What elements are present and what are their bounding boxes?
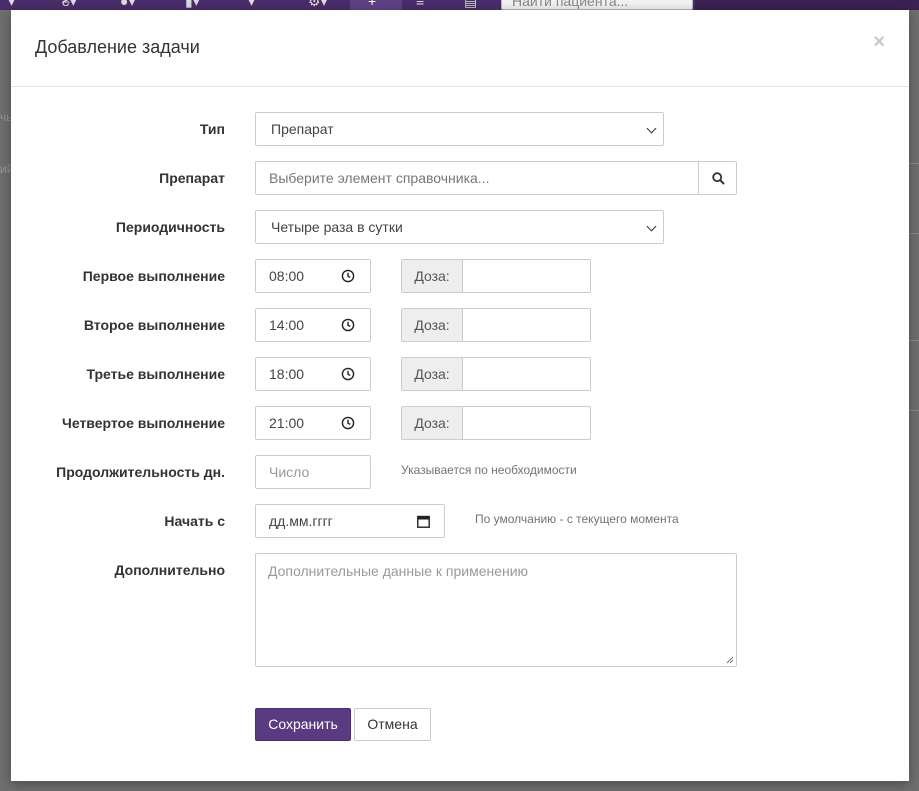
add-task-modal: Добавление задачи × Тип Препарат Препара… [11, 10, 909, 781]
dose-addon-label: Доза: [401, 259, 463, 293]
dose-row: Первое выполнение 08:00 Доза: [11, 259, 909, 293]
type-row: Тип Препарат [11, 112, 909, 146]
dose-time-label: Четвертое выполнение [62, 415, 225, 431]
time-value: 08:00 [269, 268, 305, 284]
dose-row: Третье выполнение 18:00 Доза: [11, 357, 909, 391]
calendar-icon[interactable] [417, 515, 430, 528]
drug-lookup-input[interactable]: Выберите элемент справочника... [255, 161, 699, 195]
type-select[interactable]: Препарат [255, 112, 664, 146]
dose-addon-label: Доза: [401, 308, 463, 342]
clock-icon[interactable] [341, 367, 355, 381]
dose-time-label: Третье выполнение [86, 366, 225, 382]
clock-icon[interactable] [341, 269, 355, 283]
extra-label: Дополнительно [114, 562, 225, 578]
patient-search-input[interactable]: Найти пациента... [501, 0, 693, 10]
drug-label: Препарат [159, 170, 225, 186]
start-date-input[interactable]: дд.мм.гггг [255, 504, 445, 538]
drug-search-button[interactable] [698, 161, 737, 195]
modal-header: Добавление задачи × [11, 10, 909, 87]
cancel-button[interactable]: Отмена [354, 708, 431, 741]
type-label: Тип [199, 121, 225, 137]
extra-textarea[interactable]: Дополнительные данные к применению [255, 553, 737, 667]
resize-grip-icon[interactable] [726, 656, 734, 664]
dose-time-label: Первое выполнение [82, 268, 225, 284]
duration-help-text: Указывается по необходимости [401, 463, 577, 477]
dose-addon-label: Доза: [401, 406, 463, 440]
modal-title: Добавление задачи [35, 37, 200, 57]
frequency-row: Периодичность Четыре раза в сутки [11, 210, 909, 244]
dose-row: Второе выполнение 14:00 Доза: [11, 308, 909, 342]
list-icon[interactable]: ≡ [416, 0, 424, 8]
frequency-label: Периодичность [115, 219, 225, 235]
dose-input[interactable] [462, 308, 591, 342]
duration-input[interactable]: Число [255, 455, 371, 489]
chevron-down-icon [646, 221, 657, 232]
frequency-select-value: Четыре раза в сутки [271, 219, 403, 235]
textarea-placeholder: Дополнительные данные к применению [268, 563, 529, 579]
date-placeholder: дд.мм.гггг [269, 513, 333, 529]
duration-label: Продолжительность дн. [56, 464, 225, 480]
dose-row: Четвертое выполнение 21:00 Доза: [11, 406, 909, 440]
frequency-select[interactable]: Четыре раза в сутки [255, 210, 664, 244]
navbar-right [695, 0, 919, 10]
dose-input[interactable] [462, 259, 591, 293]
dose-time-label: Второе выполнение [83, 317, 225, 333]
time-value: 18:00 [269, 366, 305, 382]
cart-icon[interactable]: ▾ [248, 0, 255, 8]
dose-time-input[interactable]: 21:00 [255, 406, 371, 440]
time-value: 14:00 [269, 317, 305, 333]
menu-icon[interactable]: ▾ [8, 0, 15, 8]
user-icon[interactable]: ●▾ [120, 0, 135, 8]
clock-icon[interactable] [341, 416, 355, 430]
extra-row: Дополнительно Дополнительные данные к пр… [11, 553, 909, 667]
chevron-down-icon [646, 123, 657, 134]
stats-icon[interactable]: ▮▾ [185, 0, 200, 8]
dose-time-input[interactable]: 14:00 [255, 308, 371, 342]
close-icon[interactable]: × [873, 32, 885, 52]
start-date-help-text: По умолчанию - с текущего момента [475, 512, 679, 526]
dose-input[interactable] [462, 406, 591, 440]
start-date-row: Начать с дд.мм.гггг По умолчанию - с тек… [11, 504, 909, 538]
start-date-label: Начать с [164, 513, 225, 529]
plus-icon[interactable]: + [368, 0, 376, 8]
gear-icon[interactable]: ⚙▾ [308, 0, 328, 8]
dose-time-input[interactable]: 08:00 [255, 259, 371, 293]
duration-row: Продолжительность дн. Число Указывается … [11, 455, 909, 489]
dose-addon-label: Доза: [401, 357, 463, 391]
clock-icon[interactable] [341, 318, 355, 332]
save-button[interactable]: Сохранить [255, 708, 351, 741]
time-value: 21:00 [269, 415, 305, 431]
dose-input[interactable] [462, 357, 591, 391]
table-icon[interactable]: ▤ [464, 0, 477, 8]
app-navbar: ▾ ₴▾ ●▾ ▮▾ ▾ ⚙▾ + ≡ ▤ Найти пациента... [0, 0, 919, 10]
search-icon [712, 172, 725, 185]
type-select-value: Препарат [271, 121, 334, 137]
currency-icon[interactable]: ₴▾ [62, 0, 77, 8]
drug-row: Препарат Выберите элемент справочника... [11, 161, 909, 195]
dose-time-input[interactable]: 18:00 [255, 357, 371, 391]
